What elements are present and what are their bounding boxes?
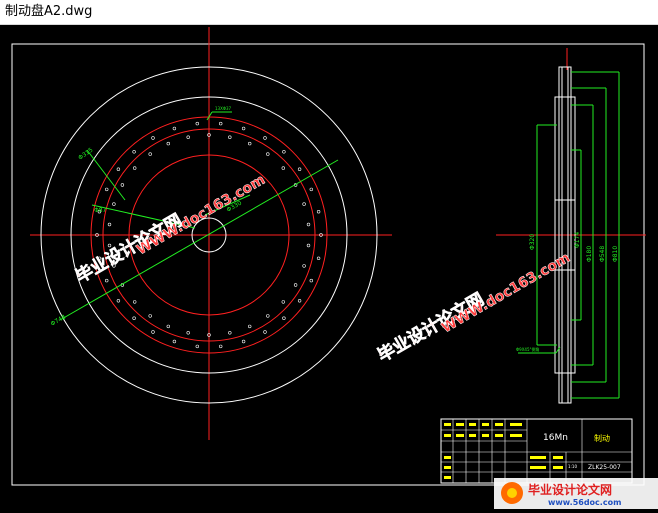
bolt-hole [166, 141, 171, 146]
bolt-hole [133, 300, 137, 304]
bolt-hole [263, 136, 267, 140]
dim-label-87: Φ87 [94, 207, 107, 214]
bolt-hole [228, 331, 232, 335]
footer-logo: 毕业设计论文网 www.56doc.com [494, 478, 658, 509]
bolt-hole [297, 167, 302, 171]
bolt-hole [306, 243, 311, 248]
bolt-hole [302, 264, 306, 268]
bolt-hole [107, 243, 112, 248]
bolt-hole [281, 166, 285, 170]
bolt-hole [104, 278, 109, 283]
cad-drawing-canvas[interactable]: Φ315 Φ87 Φ330 Φ748 13XΦ37 Φ320 Φ174 Φ180… [0, 25, 658, 509]
bolt-hole [282, 316, 286, 320]
bolt-hole [316, 256, 321, 260]
bolt-hole [151, 136, 155, 140]
bolt-hole [248, 324, 252, 329]
bolt-hole [133, 166, 137, 170]
dim-label-side-174: Φ174 [574, 232, 581, 248]
dim-label-side-810: Φ810 [612, 246, 619, 262]
bolt-hole [228, 135, 232, 139]
title-block: 16Mn 制动 ZLK25-007 1:10 [440, 418, 633, 484]
bolt-hole [241, 126, 246, 131]
bolt-hole [302, 202, 306, 206]
bolt-hole [309, 187, 313, 192]
title-block-drawing-no: ZLK25-007 [588, 464, 621, 471]
side-view: Φ320 Φ174 Φ180 Φ548 Φ810 Φ9X45°倒角 [496, 48, 646, 404]
bolt-hole [166, 324, 171, 329]
window-titlebar: 制动盘A2.dwg [0, 0, 658, 25]
bolt-hole [316, 210, 321, 214]
chamfer-note: Φ9X45°倒角 [516, 346, 540, 352]
bolt-hole [195, 121, 200, 126]
dim-label-748: Φ748 [50, 313, 68, 327]
bolt-hole [293, 283, 298, 287]
bolt-hole [151, 330, 155, 334]
watermark-main-2: 毕业设计论文网 [374, 289, 488, 367]
window-title: 制动盘A2.dwg [5, 4, 93, 19]
bolt-hole [120, 183, 125, 187]
bolt-hole [241, 339, 246, 344]
bolt-hole [172, 126, 177, 131]
bolt-hole [266, 152, 270, 156]
bolt-hole [112, 202, 116, 206]
title-block-part-name: 制动 [594, 433, 610, 443]
bolt-hole [282, 150, 286, 154]
watermark-url-2: WWW.doc163.com [439, 250, 573, 337]
dim-label-side-548: Φ548 [599, 246, 606, 262]
bolt-hole [116, 299, 121, 303]
bolt-hole [148, 152, 152, 156]
drawing-svg: Φ315 Φ87 Φ330 Φ748 13XΦ37 Φ320 Φ174 Φ180… [11, 27, 658, 509]
bolt-hole [297, 299, 302, 303]
title-block-scale: 1:10 [568, 464, 577, 469]
title-block-material: 16Mn [543, 433, 568, 443]
bolt-hole [132, 150, 136, 154]
footer-logo-text: 毕业设计论文网 [528, 482, 612, 497]
watermark-url-1: WWW.doc163.com [134, 172, 268, 259]
bolt-hole [219, 121, 223, 126]
watermark-main-1: 毕业设计论文网 [72, 210, 186, 288]
bolt-hole [186, 331, 190, 335]
dim-leader-diameter-315 [86, 149, 126, 201]
footer-logo-url: www.56doc.com [548, 498, 621, 507]
dim-label-side-180: Φ180 [586, 246, 593, 262]
dim-label-side-320: Φ320 [529, 234, 536, 250]
front-view: Φ315 Φ87 Φ330 Φ748 13XΦ37 [30, 27, 392, 440]
bolt-hole [186, 135, 190, 139]
bolt-hole [104, 187, 109, 192]
bolt-hole [263, 330, 267, 334]
bolt-hole [195, 344, 200, 349]
dim-leader-diameter-748 [59, 159, 339, 321]
bolt-hole [132, 316, 136, 320]
dim-label-hole-note: 13XΦ37 [215, 106, 232, 111]
bolt-hole [116, 167, 121, 171]
dim-label-315: Φ315 [77, 147, 94, 162]
bolt-hole [219, 344, 223, 349]
bolt-hole [281, 300, 285, 304]
bolt-hole [172, 339, 177, 344]
bolt-hole [107, 222, 112, 227]
bolt-hole [309, 278, 313, 283]
bolt-hole [248, 141, 252, 146]
bolt-hole [306, 222, 311, 227]
bolt-hole [148, 314, 152, 318]
bolt-hole [266, 314, 270, 318]
